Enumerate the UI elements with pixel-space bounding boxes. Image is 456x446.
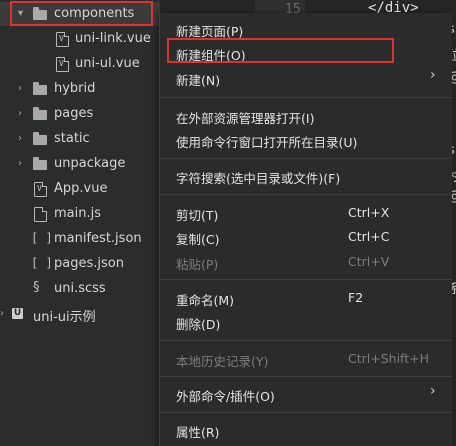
menu-item-delete[interactable]: 删除(D) <box>176 314 220 333</box>
shortcut-cut: Ctrl+X <box>348 205 390 220</box>
tree-item-main-js[interactable]: main.js <box>0 202 160 226</box>
tree-item-label: uni-ul.vue <box>75 56 140 71</box>
shortcut-paste: Ctrl+V <box>348 254 390 269</box>
tree-item-uni-link[interactable]: V uni-link.vue <box>0 27 160 51</box>
file-tree: ▾ components V uni-link.vue V uni-ul.vue… <box>0 0 160 446</box>
shortcut-local-history: Ctrl+Shift+H <box>348 351 429 366</box>
tree-item-label: pages.json <box>54 256 124 271</box>
tree-item-label: uni.scss <box>54 281 106 296</box>
tree-item-label: uni-ui示例 <box>33 310 96 325</box>
tree-item-hybrid[interactable]: › hybrid <box>0 77 160 101</box>
tree-item-label: uni-link.vue <box>75 31 151 46</box>
tree-item-static[interactable]: › static <box>0 127 160 151</box>
menu-separator <box>160 158 452 159</box>
tree-item-label: unpackage <box>54 156 126 171</box>
folder-icon <box>33 107 47 120</box>
tree-item-pages[interactable]: › pages <box>0 102 160 126</box>
menu-separator <box>160 412 452 413</box>
menu-separator <box>160 194 452 195</box>
menu-item-copy[interactable]: 复制(C) <box>176 229 219 248</box>
chevron-right-icon[interactable]: › <box>0 309 10 319</box>
menu-item-local-history: 本地历史记录(Y) <box>176 354 269 369</box>
tree-item-uni-ul[interactable]: V uni-ul.vue <box>0 52 160 76</box>
scss-file-icon: § <box>33 280 40 295</box>
menu-item-new[interactable]: 新建(N) <box>176 70 220 89</box>
chevron-right-icon[interactable]: › <box>18 84 28 94</box>
submenu-arrow-icon: › <box>430 383 436 399</box>
js-file-icon <box>34 207 47 222</box>
folder-icon <box>33 82 47 95</box>
new-component-highlight-box <box>167 38 394 63</box>
menu-item-search-text[interactable]: 字符搜索(选中目录或文件)(F) <box>176 168 340 187</box>
chevron-right-icon[interactable]: › <box>18 109 28 119</box>
tree-item-label: pages <box>54 106 94 121</box>
tree-item-label: main.js <box>54 206 101 221</box>
vue-file-icon: V <box>56 32 69 47</box>
tree-item-label: App.vue <box>54 181 108 196</box>
chevron-right-icon[interactable]: › <box>18 159 28 169</box>
menu-separator <box>160 340 452 341</box>
tree-item-label: manifest.json <box>54 231 142 246</box>
json-file-icon: [ ] <box>31 231 53 245</box>
vue-file-icon: V <box>56 57 69 72</box>
menu-item-open-in-terminal[interactable]: 使用命令行窗口打开所在目录(U) <box>176 132 357 151</box>
tree-item-pages-json[interactable]: [ ] pages.json <box>0 252 160 276</box>
components-highlight-box <box>10 1 153 26</box>
tree-item-uni-ui-project[interactable]: › U uni-ui示例 <box>0 302 160 326</box>
menu-separator <box>160 279 452 280</box>
tree-item-unpackage[interactable]: › unpackage <box>0 152 160 176</box>
folder-icon <box>33 132 47 145</box>
tree-item-app-vue[interactable]: V App.vue <box>0 177 160 201</box>
shortcut-copy: Ctrl+C <box>348 229 390 244</box>
json-file-icon: [ ] <box>31 256 53 270</box>
tree-item-uni-scss[interactable]: § uni.scss <box>0 277 160 301</box>
tree-item-manifest-json[interactable]: [ ] manifest.json <box>0 227 160 251</box>
project-icon: U <box>12 308 23 319</box>
vue-file-icon: V <box>34 182 47 197</box>
submenu-arrow-icon: › <box>430 67 436 83</box>
shortcut-rename: F2 <box>348 290 364 305</box>
menu-item-external-commands[interactable]: 外部命令/插件(O) <box>176 386 275 405</box>
menu-item-rename[interactable]: 重命名(M) <box>176 290 234 309</box>
menu-separator <box>160 97 452 98</box>
folder-icon <box>33 157 47 170</box>
context-menu: 新建页面(P) 新建组件(O) 新建(N) › 在外部资源管理器打开(I) 使用… <box>159 13 452 446</box>
tree-item-label: static <box>54 131 90 146</box>
menu-separator <box>160 376 452 377</box>
menu-item-open-in-explorer[interactable]: 在外部资源管理器打开(I) <box>176 108 314 127</box>
chevron-right-icon[interactable]: › <box>18 134 28 144</box>
tree-item-label: hybrid <box>54 81 96 96</box>
menu-item-paste: 粘贴(P) <box>176 257 219 272</box>
menu-item-cut[interactable]: 剪切(T) <box>176 205 218 224</box>
menu-item-properties[interactable]: 属性(R) <box>176 422 219 441</box>
